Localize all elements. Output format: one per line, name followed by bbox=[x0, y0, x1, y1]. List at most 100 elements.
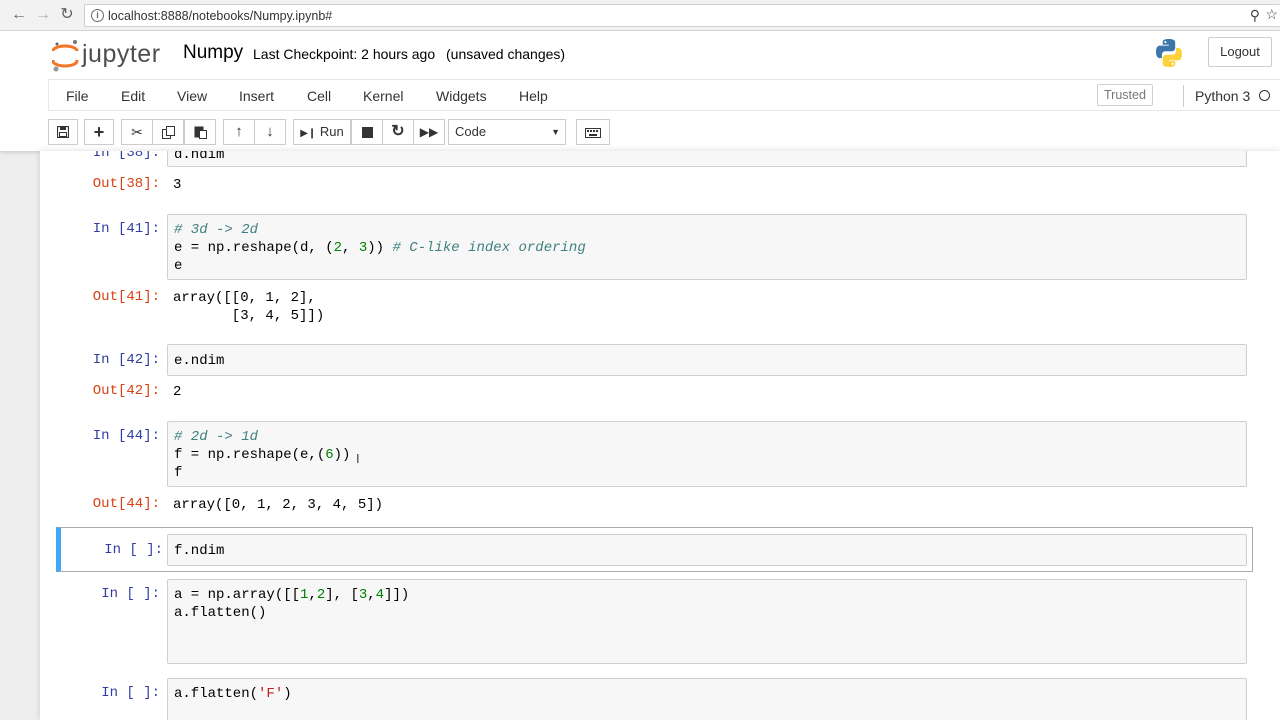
code-number: 3 bbox=[358, 240, 368, 256]
browser-toolbar: ← → ↻ i localhost:8888/notebooks/Numpy.i… bbox=[0, 0, 1280, 31]
input-prompt: In [ ]: bbox=[104, 542, 163, 558]
kernel-status-icon bbox=[1259, 90, 1270, 101]
code-line: f.ndim bbox=[174, 543, 225, 559]
cell-input[interactable]: f.ndim bbox=[167, 534, 1247, 566]
move-down-icon[interactable]: ↓ bbox=[254, 119, 286, 145]
paste-icon[interactable] bbox=[184, 119, 216, 145]
code-line: f bbox=[174, 465, 183, 481]
jupyter-logo-icon bbox=[51, 40, 80, 72]
url-text[interactable]: localhost:8888/notebooks/Numpy.ipynb# bbox=[108, 9, 332, 23]
input-prompt: In [42]: bbox=[92, 352, 160, 368]
menu-insert[interactable]: Insert bbox=[239, 88, 274, 104]
menu-kernel[interactable]: Kernel bbox=[363, 88, 403, 104]
cell-input[interactable]: a = np.array([[1,2], [3,4]]) a.flatten() bbox=[167, 579, 1247, 664]
cell-input[interactable]: a.flatten('F') bbox=[167, 678, 1247, 720]
output-prompt: Out[41]: bbox=[92, 289, 160, 305]
cell-output: 3 bbox=[173, 177, 182, 193]
restart-icon[interactable]: ↻ bbox=[382, 119, 414, 145]
code-line: a = np.array([[1,2], [3,4]]) bbox=[174, 586, 409, 604]
code-line: e bbox=[174, 258, 183, 274]
trusted-badge[interactable]: Trusted bbox=[1097, 84, 1153, 106]
back-arrow-icon[interactable]: ← bbox=[8, 4, 30, 26]
code-text: a.flatten( bbox=[174, 686, 259, 702]
run-label: Run bbox=[319, 124, 344, 139]
cell-output-line: array([[0, 1, 2], bbox=[173, 290, 316, 306]
code-number: 6 bbox=[325, 447, 334, 463]
cell-input[interactable]: d.ndim bbox=[167, 151, 1247, 167]
code-string: 'F' bbox=[258, 686, 284, 702]
code-text: ]]) bbox=[384, 587, 410, 603]
add-cell-icon[interactable]: + bbox=[84, 119, 114, 145]
menu-file[interactable]: File bbox=[66, 88, 89, 104]
notebook-name[interactable]: Numpy bbox=[183, 42, 243, 64]
cell-output-line: [3, 4, 5]]) bbox=[173, 308, 325, 324]
forward-arrow-icon[interactable]: → bbox=[32, 4, 54, 26]
input-prompt: In [ ]: bbox=[101, 685, 160, 701]
save-icon[interactable] bbox=[48, 119, 78, 145]
code-line: f = np.reshape(e,(6)) bbox=[174, 446, 350, 464]
code-text: a = np.array([[ bbox=[174, 587, 301, 603]
cut-icon[interactable]: ✂ bbox=[121, 119, 153, 145]
code-text: , bbox=[308, 587, 317, 603]
cell-input[interactable]: # 3d -> 2d e = np.reshape(d, (2, 3)) # C… bbox=[167, 214, 1247, 280]
code-text: ) bbox=[283, 686, 292, 702]
run-icon: ▶❙ bbox=[300, 128, 317, 139]
code-line: a.flatten('F') bbox=[174, 685, 292, 703]
cell-type-select[interactable]: Code ▼ bbox=[448, 119, 566, 145]
menu-bar: File Edit View Insert Cell Kernel Widget… bbox=[48, 79, 1280, 111]
copy-icon[interactable] bbox=[152, 119, 184, 145]
code-text: )) bbox=[367, 240, 393, 256]
code-number: 2 bbox=[316, 587, 326, 603]
input-prompt: In [38]: bbox=[92, 151, 160, 161]
selected-code-cell[interactable]: In [ ]: f.ndim bbox=[56, 527, 1253, 572]
keyboard-icon[interactable] bbox=[576, 119, 610, 145]
checkpoint-status: Last Checkpoint: 2 hours ago bbox=[253, 46, 436, 62]
logout-button[interactable]: Logout bbox=[1208, 37, 1272, 67]
output-prompt: Out[44]: bbox=[92, 496, 160, 512]
mouse-cursor-icon: I bbox=[356, 451, 360, 466]
menu-widgets[interactable]: Widgets bbox=[436, 88, 487, 104]
stop-icon[interactable] bbox=[351, 119, 383, 145]
code-line: e = np.reshape(d, (2, 3)) # C-like index… bbox=[174, 239, 586, 257]
code-text: ], [ bbox=[325, 587, 359, 603]
code-text: , bbox=[342, 240, 359, 256]
menu-view[interactable]: View bbox=[177, 88, 207, 104]
info-icon[interactable]: i bbox=[91, 9, 104, 22]
reload-icon[interactable]: ↻ bbox=[56, 4, 78, 26]
cell-output: 2 bbox=[173, 384, 182, 400]
move-up-icon[interactable]: ↑ bbox=[223, 119, 255, 145]
code-number: 2 bbox=[333, 240, 343, 256]
fast-forward-icon[interactable]: ▶▶ bbox=[413, 119, 445, 145]
menu-help[interactable]: Help bbox=[519, 88, 548, 104]
address-bar[interactable]: i localhost:8888/notebooks/Numpy.ipynb# … bbox=[84, 4, 1280, 27]
logo-text: jupyter bbox=[82, 40, 161, 68]
code-number: 3 bbox=[358, 587, 368, 603]
zoom-icon[interactable]: ⚲ bbox=[1250, 7, 1260, 24]
code-number: 4 bbox=[375, 587, 385, 603]
code-line: # 3d -> 2d bbox=[174, 221, 258, 239]
jupyter-logo[interactable]: jupyter bbox=[51, 39, 160, 78]
cell-input[interactable]: e.ndim bbox=[167, 344, 1247, 376]
cell-input[interactable]: # 2d -> 1d f = np.reshape(e,(6)) f bbox=[167, 421, 1247, 487]
notebook-container: In [38]: d.ndim Out[38]: 3 In [41]: # 3d… bbox=[40, 151, 1280, 720]
code-text: , bbox=[367, 587, 376, 603]
input-prompt: In [41]: bbox=[92, 221, 160, 237]
cell-output: array([0, 1, 2, 3, 4, 5]) bbox=[173, 497, 384, 513]
menu-cell[interactable]: Cell bbox=[307, 88, 331, 104]
menu-edit[interactable]: Edit bbox=[121, 88, 145, 104]
code-line: a.flatten() bbox=[174, 605, 267, 621]
code-comment: # 3d -> 2d bbox=[174, 222, 259, 238]
cell-type-value: Code bbox=[455, 124, 487, 139]
kernel-name[interactable]: Python 3 bbox=[1195, 88, 1250, 104]
code-comment: # 2d -> 1d bbox=[174, 429, 259, 445]
code-text: e = np.reshape(d, ( bbox=[174, 240, 334, 256]
run-button[interactable]: ▶❙ Run bbox=[293, 119, 351, 145]
code-line: d.ndim bbox=[174, 151, 225, 163]
jupyter-header: jupyter Numpy Last Checkpoint: 2 hours a… bbox=[0, 31, 1280, 151]
star-icon[interactable]: ☆ bbox=[1265, 6, 1278, 23]
code-line: # 2d -> 1d bbox=[174, 428, 258, 446]
output-prompt: Out[42]: bbox=[92, 383, 160, 399]
code-text: )) bbox=[333, 447, 351, 463]
code-line: e.ndim bbox=[174, 353, 225, 369]
code-comment: # C-like index ordering bbox=[392, 240, 586, 256]
